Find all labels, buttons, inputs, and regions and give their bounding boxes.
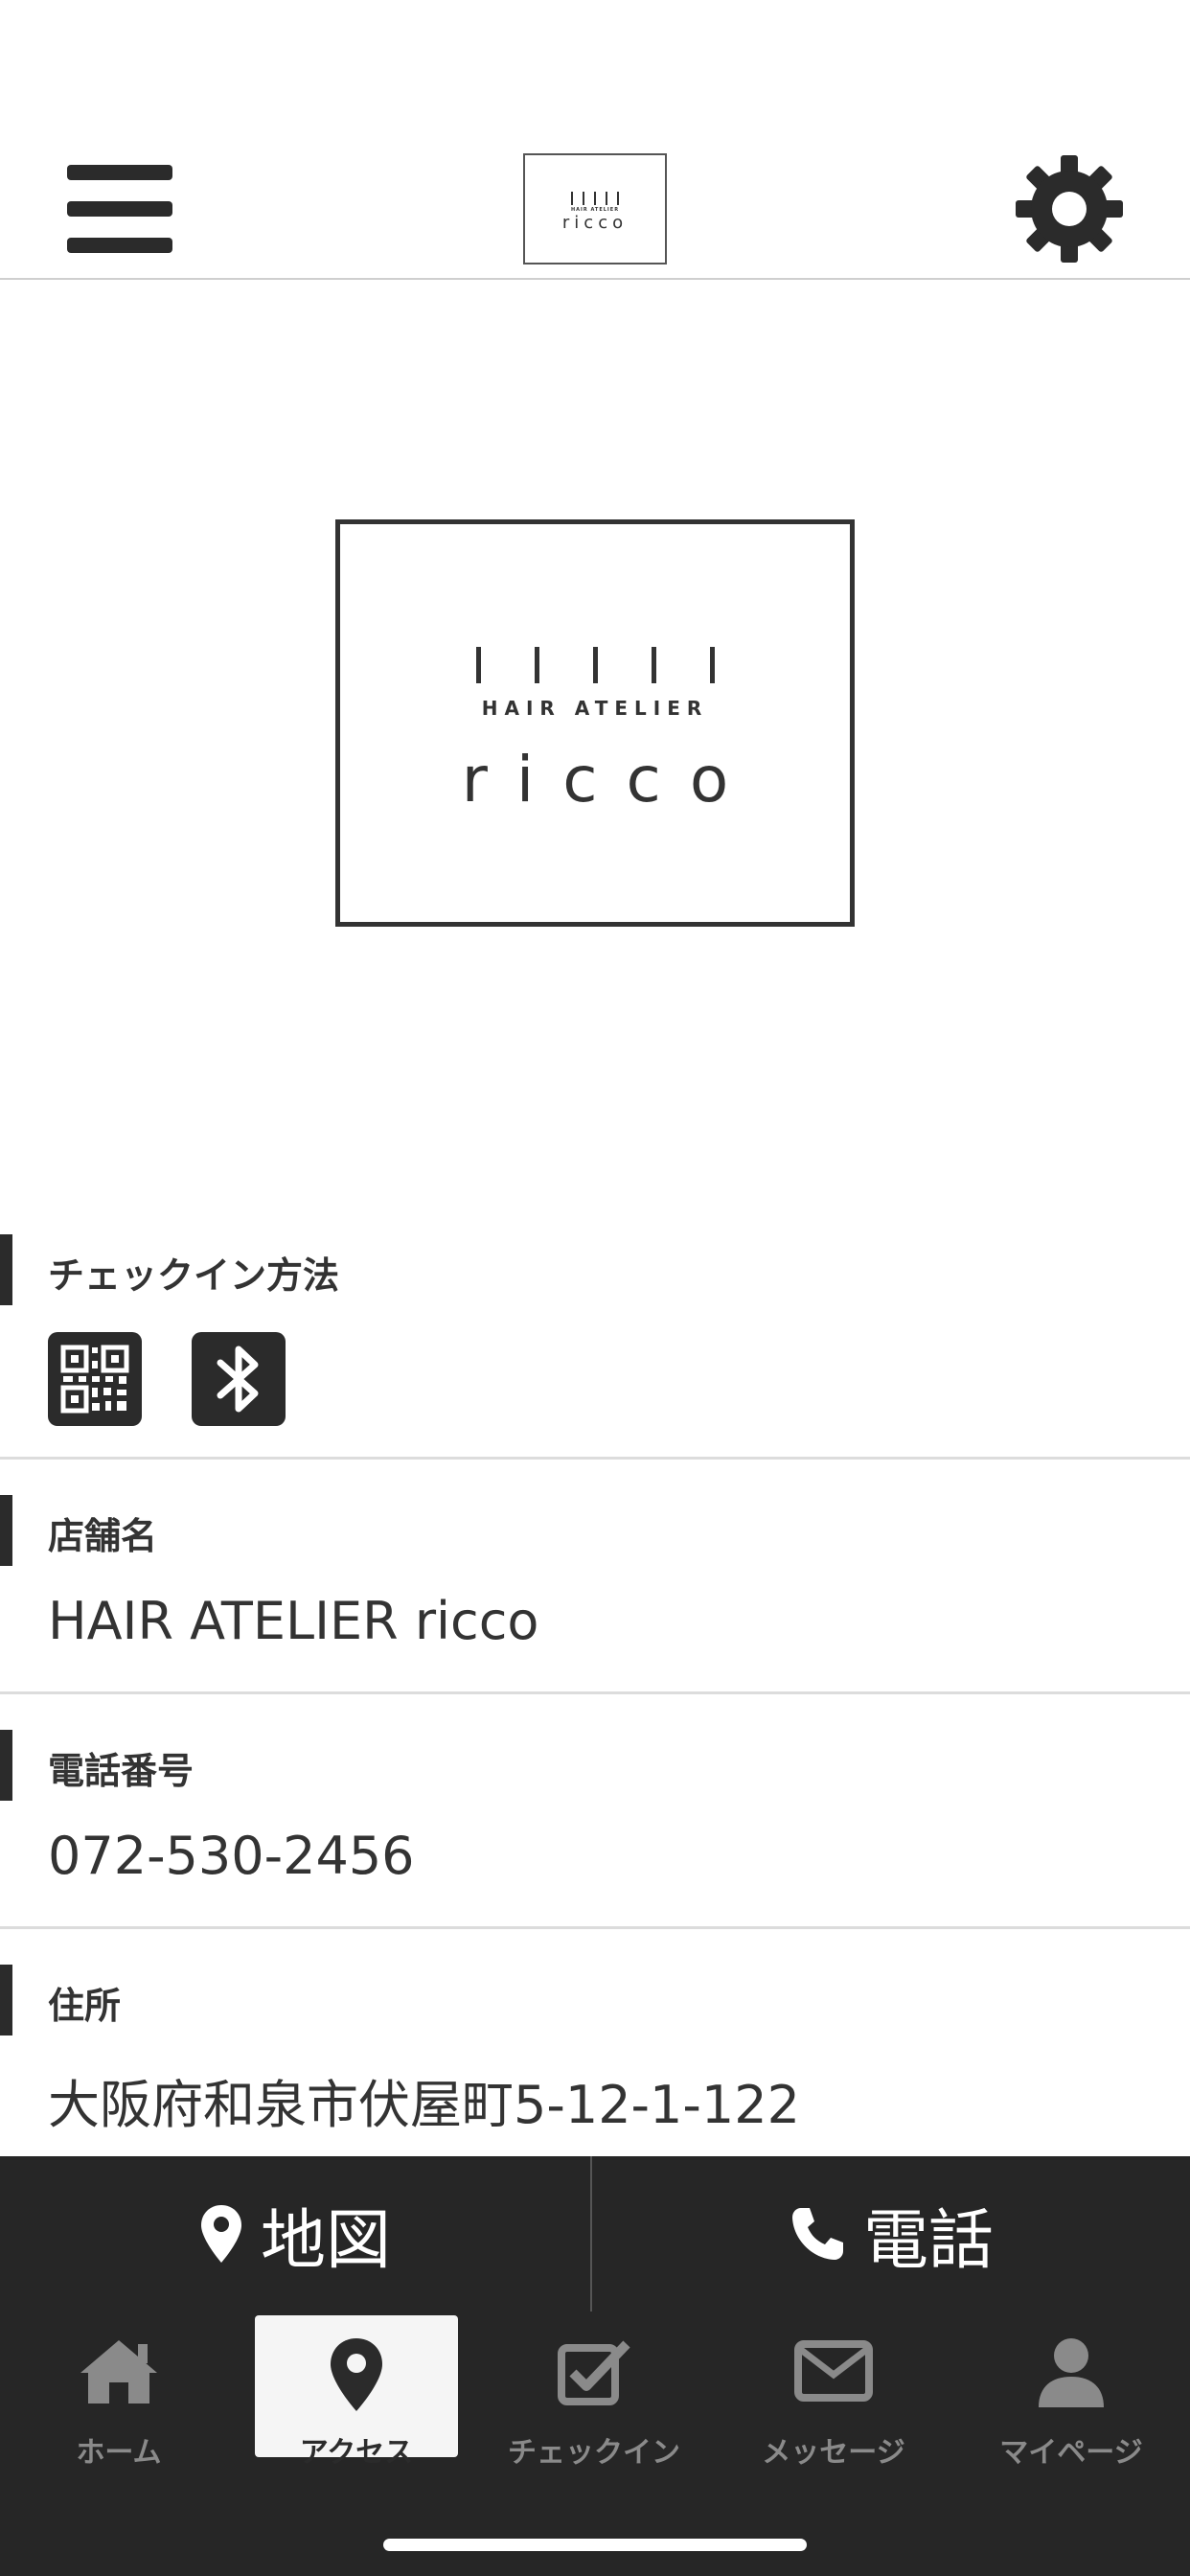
- envelope-icon: [794, 2340, 873, 2402]
- store-logo: HAIR ATELIER ricco: [335, 519, 855, 927]
- store-logo-sub: HAIR ATELIER: [481, 697, 709, 720]
- divider: [0, 1926, 1190, 1929]
- map-button-label: 地図: [260, 2202, 391, 2279]
- logo-bars-icon: [340, 647, 850, 683]
- bluetooth-icon[interactable]: [192, 1332, 286, 1426]
- user-icon: [1039, 2338, 1104, 2407]
- app-header: HAIR ATELIER ricco: [0, 0, 1190, 280]
- section-marker: [0, 1730, 12, 1801]
- tab-bar: ホーム アクセス チェックイン メッセージ マイページ: [0, 2312, 1190, 2576]
- checkin-method-label: チェックイン方法: [48, 1254, 340, 1297]
- checkbox-icon: [558, 2340, 630, 2405]
- address-value: 大阪府和泉市伏屋町5-12-1-122: [48, 2075, 800, 2135]
- tab-access[interactable]: アクセス: [255, 2315, 458, 2470]
- location-pin-icon: [331, 2338, 382, 2411]
- header-logo: HAIR ATELIER ricco: [523, 153, 667, 264]
- tab-home-label: ホーム: [76, 2436, 162, 2470]
- store-name-value: HAIR ATELIER ricco: [48, 1591, 539, 1651]
- address-label: 住所: [48, 1985, 122, 2027]
- section-marker: [0, 1495, 12, 1566]
- tab-message[interactable]: メッセージ: [732, 2315, 935, 2470]
- section-marker: [0, 1234, 12, 1305]
- tab-checkin-label: チェックイン: [508, 2436, 680, 2470]
- map-button[interactable]: 地図: [0, 2156, 590, 2312]
- tab-access-label: アクセス: [299, 2436, 414, 2470]
- store-logo-main: ricco: [461, 743, 758, 816]
- phone-icon: [791, 2208, 843, 2260]
- divider: [0, 1691, 1190, 1694]
- tab-checkin[interactable]: チェックイン: [492, 2315, 696, 2470]
- home-icon: [80, 2340, 157, 2404]
- hamburger-menu-icon[interactable]: [67, 165, 172, 253]
- phone-value[interactable]: 072-530-2456: [48, 1826, 415, 1886]
- section-marker: [0, 1965, 12, 2036]
- qr-code-icon[interactable]: [48, 1332, 142, 1426]
- action-bar: 地図 電話: [0, 2156, 1190, 2312]
- divider: [0, 1457, 1190, 1460]
- tab-mypage-label: マイページ: [999, 2436, 1143, 2470]
- tab-mypage[interactable]: マイページ: [970, 2315, 1173, 2470]
- phone-label: 電話番号: [48, 1750, 195, 1792]
- call-button-label: 電話: [862, 2202, 994, 2279]
- call-button[interactable]: 電話: [592, 2156, 1190, 2312]
- gear-icon[interactable]: [1014, 153, 1125, 264]
- store-name-label: 店舗名: [48, 1515, 158, 1557]
- logo-bars-icon: [525, 192, 665, 205]
- location-pin-icon: [200, 2205, 241, 2263]
- home-indicator[interactable]: [383, 2539, 807, 2551]
- tab-home[interactable]: ホーム: [17, 2315, 220, 2470]
- tab-message-label: メッセージ: [762, 2436, 905, 2470]
- header-logo-main: ricco: [561, 213, 629, 233]
